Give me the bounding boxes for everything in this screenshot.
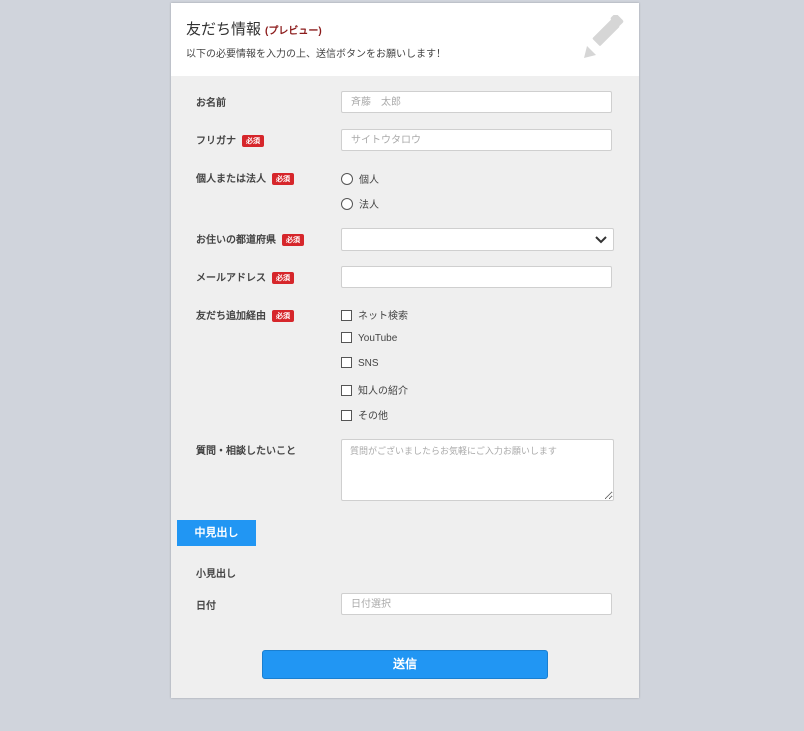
checkbox-label: 知人の紹介 [358, 386, 408, 397]
prefecture-select[interactable] [341, 228, 614, 251]
email-input[interactable] [341, 266, 612, 288]
email-label-text: メールアドレス [196, 273, 266, 284]
checkbox-box[interactable] [341, 332, 352, 343]
question-label: 質問・相談したいこと [196, 446, 296, 457]
prefecture-label-text: お住いの都道府県 [196, 235, 276, 246]
sub-heading: 小見出し [196, 569, 236, 580]
form-title-text: 友だち情報 [186, 21, 262, 38]
checkbox-youtube[interactable]: YouTube [341, 332, 397, 344]
radio-circle[interactable] [341, 173, 353, 185]
pencil-icon [584, 15, 624, 58]
name-label: お名前 [196, 98, 226, 109]
radio-corporation[interactable]: 法人 [341, 196, 379, 211]
form-subtitle: 以下の必要情報を入力の上、送信ボタンをお願いします！ [186, 49, 446, 60]
referral-label-text: 友だち追加経由 [196, 311, 266, 322]
radio-circle[interactable] [341, 198, 353, 210]
furigana-label-text: フリガナ [196, 136, 236, 147]
radio-individual[interactable]: 個人 [341, 171, 379, 186]
checkbox-box[interactable] [341, 385, 352, 396]
required-badge: 必須 [272, 310, 294, 322]
prefecture-label: お住いの都道府県 必須 [196, 231, 304, 246]
date-input[interactable] [341, 593, 612, 615]
form-header: 友だち情報 (プレビュー) 以下の必要情報を入力の上、送信ボタンをお願いします！ [171, 3, 639, 76]
referral-label: 友だち追加経由 必須 [196, 307, 294, 322]
checkbox-label: YouTube [358, 333, 398, 344]
checkbox-box[interactable] [341, 357, 352, 368]
checkbox-net-search[interactable]: ネット検索 [341, 307, 408, 322]
preview-badge: (プレビュー) [265, 26, 322, 37]
date-label: 日付 [196, 601, 216, 612]
checkbox-other[interactable]: その他 [341, 407, 388, 422]
radio-individual-label: 個人 [359, 175, 379, 186]
radio-corporation-label: 法人 [359, 200, 379, 211]
furigana-input[interactable] [341, 129, 612, 151]
name-input[interactable] [341, 91, 612, 113]
furigana-label: フリガナ 必須 [196, 132, 264, 147]
checkbox-label: その他 [358, 411, 388, 422]
email-label: メールアドレス 必須 [196, 269, 294, 284]
form-title: 友だち情報 (プレビュー) [186, 18, 322, 39]
required-badge: 必須 [242, 135, 264, 147]
checkbox-box[interactable] [341, 310, 352, 321]
checkbox-acquaintance[interactable]: 知人の紹介 [341, 382, 408, 397]
entity-label-text: 個人または法人 [196, 174, 266, 185]
section-heading: 中見出し [177, 520, 256, 546]
checkbox-label: SNS [358, 358, 379, 369]
chevron-down-icon [595, 236, 607, 244]
required-badge: 必須 [282, 234, 304, 246]
question-textarea[interactable] [341, 439, 614, 501]
entity-label: 個人または法人 必須 [196, 170, 294, 185]
checkbox-label: ネット検索 [358, 311, 408, 322]
checkbox-box[interactable] [341, 410, 352, 421]
required-badge: 必須 [272, 272, 294, 284]
checkbox-sns[interactable]: SNS [341, 357, 379, 369]
required-badge: 必須 [272, 173, 294, 185]
submit-button[interactable]: 送信 [262, 650, 548, 679]
form-card: 友だち情報 (プレビュー) 以下の必要情報を入力の上、送信ボタンをお願いします！ … [171, 3, 639, 698]
